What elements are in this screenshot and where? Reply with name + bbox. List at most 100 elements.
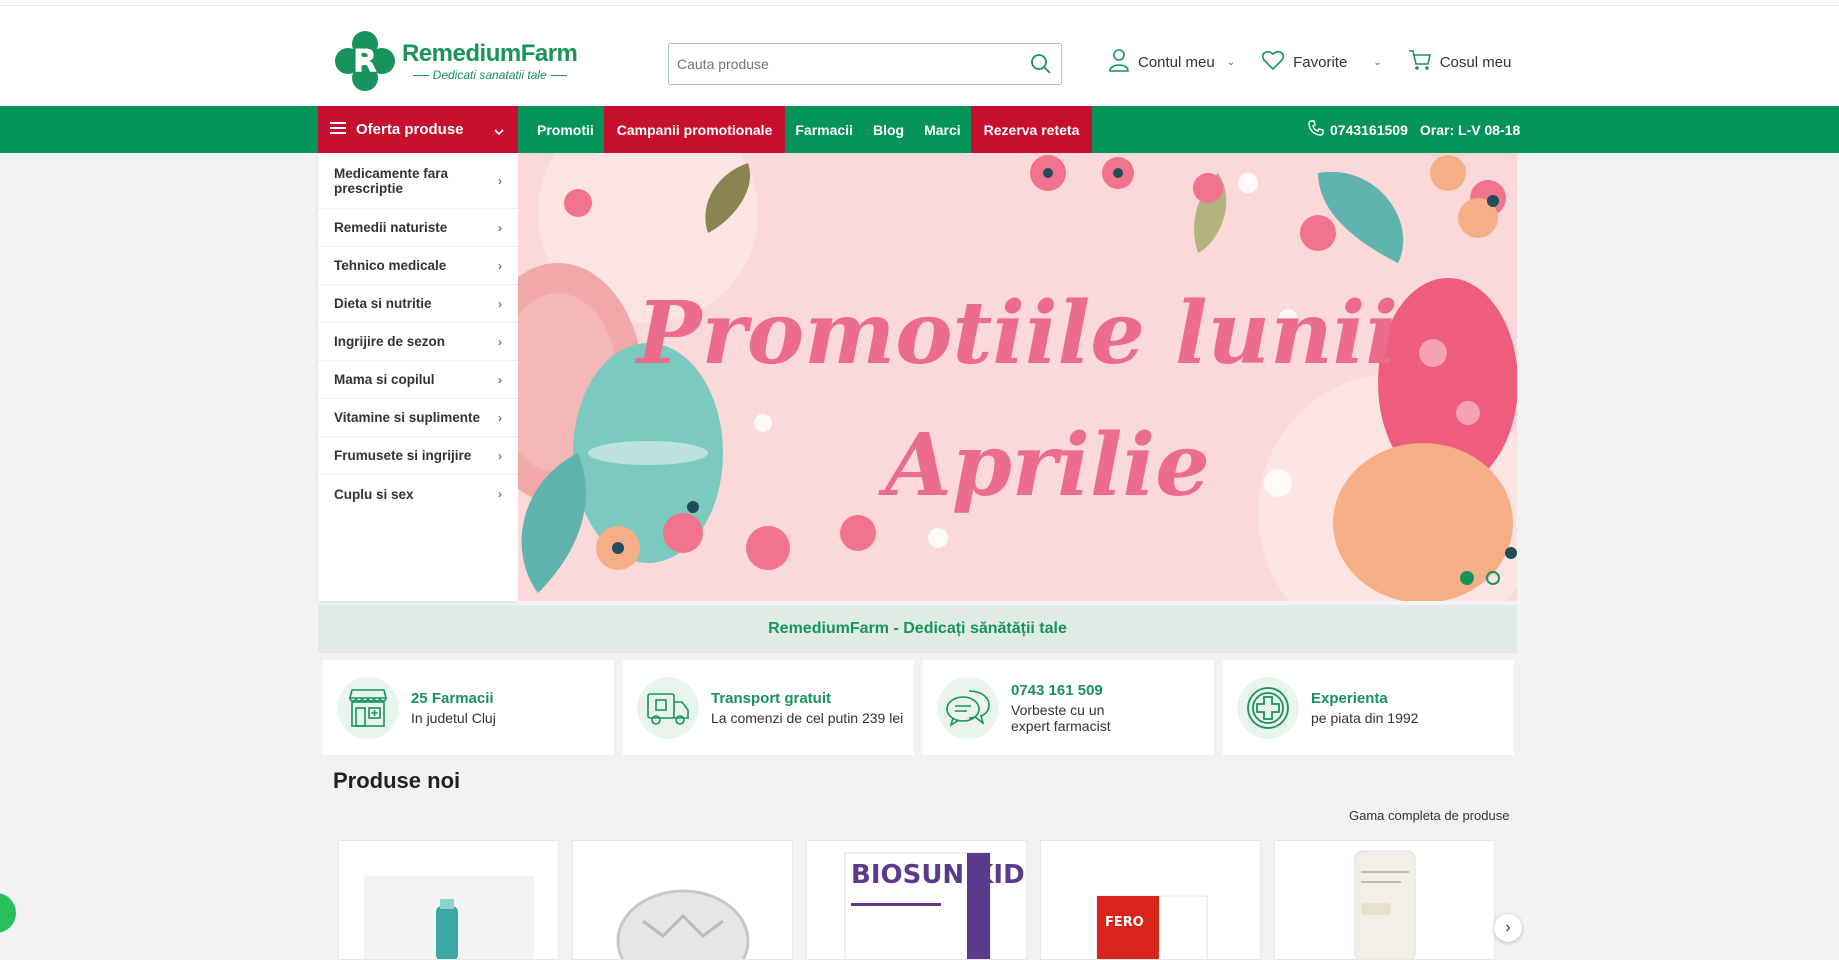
pharmacy-store-icon [337,676,399,739]
favorites-label: Favorite [1293,53,1348,71]
nav-marci[interactable]: Marci [914,106,971,153]
category-label: Ingrijire de sezon [334,334,446,349]
category-label: Tehnico medicale [334,258,447,273]
product-image [1354,850,1416,959]
cart-icon [1408,49,1432,75]
category-item[interactable]: Mama si copilul › [318,361,518,399]
logo-tagline: Dedicati sanatatii tale [402,68,577,82]
feature-card[interactable]: 0743 161 509 Vorbeste cu un expert farma… [923,660,1214,755]
category-item[interactable]: Tehnico medicale › [318,247,518,285]
chevron-right-icon: › [498,296,502,311]
category-item[interactable]: Medicamente fara prescriptie › [318,153,518,209]
chevron-right-icon: › [498,258,502,273]
category-item[interactable]: Remedii naturiste › [318,209,518,247]
product-card[interactable]: FERO [1040,840,1261,960]
search-icon[interactable] [1021,44,1061,84]
category-item[interactable]: Frumusete si ingrijire › [318,437,518,475]
nav-blog[interactable]: Blog [863,106,914,153]
account-menu[interactable]: Contul meu ⌄ [1108,48,1235,76]
feature-subtitle: Vorbeste cu un expert farmacist [1011,701,1111,734]
category-item[interactable]: Ingrijire de sezon › [318,323,518,361]
slider-dot[interactable] [1486,571,1500,585]
feature-card[interactable]: 25 Farmacii In judetul Cluj [323,660,614,755]
svg-text:R: R [353,42,378,80]
feature-title: Transport gratuit [711,689,832,707]
category-label: Dieta si nutritie [334,296,432,311]
feature-title: Experienta [1311,689,1388,707]
product-image [616,889,750,959]
category-item[interactable]: Dieta si nutritie › [318,285,518,323]
phone-icon [1308,120,1324,139]
product-brand-text: BIOSUN KIDS [851,860,1027,890]
nav-links: Promotii Campanii promotionale Farmacii … [527,106,1093,153]
opening-hours: Orar: L-V 08-18 [1419,121,1521,138]
feature-subtitle: La comenzi de cel putin 239 lei [711,709,904,726]
feature-title: 25 Farmacii [411,689,494,707]
hamburger-icon [330,121,346,139]
chevron-right-icon: › [498,487,502,501]
logo[interactable]: R RemediumFarm Dedicati sanatatii tale [334,30,578,92]
chevron-down-icon: ⌄ [1226,56,1236,68]
offer-label: Oferta produse [356,121,464,138]
chevron-down-icon: ⌄ [1373,56,1382,68]
account-label: Contul meu [1138,53,1215,71]
carousel-next-button[interactable]: › [1494,914,1522,942]
heart-icon [1261,49,1285,75]
delivery-truck-icon [637,676,699,739]
category-label: Medicamente fara prescriptie [334,165,449,196]
nav-promotii[interactable]: Promotii [527,106,604,153]
site-header: R RemediumFarm Dedicati sanatatii tale C… [0,6,1839,106]
chevron-right-icon: › [498,220,502,235]
search-input[interactable] [669,44,1021,84]
main-navbar: Oferta produse Promotii Campanii promoti… [0,106,1839,153]
category-item[interactable]: Vitamine si suplimente › [318,399,518,437]
full-range-link[interactable]: Gama completa de produse [1349,808,1509,823]
chat-bubbles-icon [937,676,999,739]
whatsapp-icon[interactable] [0,893,16,933]
banner-title-line2: Aprilie [885,415,1210,516]
logo-name: RemediumFarm [402,40,578,67]
product-card[interactable] [338,840,559,960]
header-actions: Contul meu ⌄ Favorite ⌄ Cosul meu [1108,48,1537,76]
chevron-right-icon: › [498,334,502,349]
section-title-new-products: Produse noi [333,768,461,793]
product-image: FERO [1096,895,1208,959]
chevron-right-icon: › [1505,919,1511,936]
nav-campanii[interactable]: Campanii promotionale [603,106,786,153]
category-label: Vitamine si suplimente [334,410,481,425]
nav-farmacii[interactable]: Farmacii [785,106,863,153]
category-menu: Medicamente fara prescriptie › Remedii na… [318,153,518,601]
slider-dot-active[interactable] [1460,571,1474,585]
product-card[interactable] [572,840,793,960]
features-strip: 25 Farmacii In judetul Cluj Transport gr… [323,660,1514,755]
cart-menu[interactable]: Cosul meu [1408,49,1511,75]
chevron-down-icon [494,123,504,140]
feature-card[interactable]: Experienta pe piata din 1992 [1223,660,1514,755]
search-box [668,43,1062,85]
feature-title: 0743 161 509 [1011,681,1103,699]
logo-mark-icon: R [334,30,396,92]
nav-rezerva-reteta[interactable]: Rezerva reteta [970,106,1093,153]
chevron-right-icon: › [498,372,502,387]
product-brand-text: FERO [1105,915,1144,930]
offer-products-button[interactable]: Oferta produse [318,106,518,153]
product-image: BIOSUN KIDS [844,852,1027,959]
user-icon [1108,48,1130,76]
chevron-right-icon: › [498,173,502,188]
category-label: Remedii naturiste [334,220,448,235]
feature-card[interactable]: Transport gratuit La comenzi de cel puti… [623,660,914,755]
chevron-right-icon: › [498,448,502,463]
medical-cross-icon [1237,676,1299,739]
tagline-bar: RemediumFarm - Dedicați sănătății tale [318,605,1517,653]
favorites-menu[interactable]: Favorite ⌄ [1261,49,1382,75]
contact-info: 0743161509 Orar: L-V 08-18 [1308,106,1520,153]
category-label: Cuplu si sex [334,486,414,502]
category-label: Frumusete si ingrijire [334,448,472,463]
product-card[interactable] [1274,840,1495,960]
product-card[interactable]: BIOSUN KIDS [806,840,1027,960]
hero-banner[interactable]: Promotiile lunii Aprilie [518,153,1517,601]
phone-number[interactable]: 0743161509 [1330,122,1408,138]
category-item[interactable]: Cuplu si sex › [318,475,518,513]
chevron-right-icon: › [498,410,502,425]
product-image [364,876,534,959]
